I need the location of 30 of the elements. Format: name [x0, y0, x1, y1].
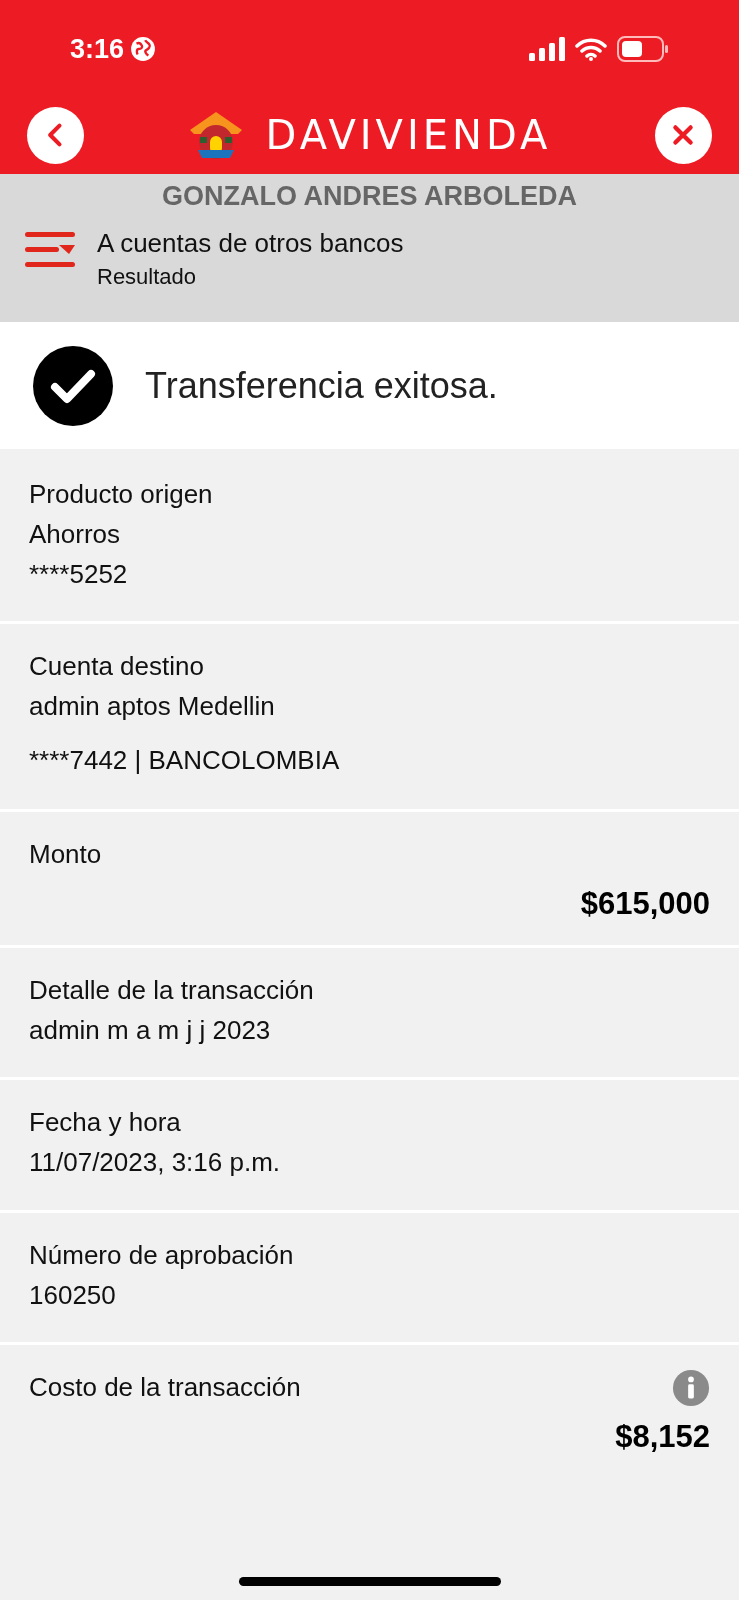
row-label: Cuenta destino [29, 650, 204, 683]
section-title: A cuentas de otros bancos [97, 227, 404, 260]
signal-icon [529, 37, 565, 61]
wifi-icon [575, 37, 607, 61]
checkmark-icon [33, 345, 113, 426]
info-icon[interactable] [672, 1369, 710, 1407]
row-label: Fecha y hora [29, 1106, 181, 1139]
user-name: GONZALO ANDRES ARBOLEDA [161, 180, 578, 213]
back-button[interactable] [27, 106, 84, 164]
row-value: ****5252 [29, 558, 129, 591]
menu-icon[interactable] [25, 230, 75, 270]
row-label: Monto [29, 838, 102, 871]
status-time: 3:16 [70, 32, 125, 66]
section-subtitle: Resultado [97, 263, 198, 291]
close-button[interactable] [655, 106, 712, 164]
battery-icon [617, 36, 669, 62]
row-value: Ahorros [29, 518, 122, 551]
row-label: Costo de la transacción [29, 1371, 301, 1404]
row-value: 11/07/2023, 3:16 p.m. [29, 1146, 282, 1179]
row-label: Producto origen [29, 478, 213, 511]
row-value: 160250 [29, 1279, 117, 1312]
row-label: Número de aprobación [29, 1239, 294, 1272]
row-value: ****7442 | BANCOLOMBIA [29, 744, 341, 777]
row-value: admin m a m j j 2023 [29, 1014, 272, 1047]
row-label: Detalle de la transacción [29, 974, 314, 1007]
success-message: Transferencia exitosa. [145, 363, 498, 408]
row-value: admin aptos Medellin [29, 690, 276, 723]
amount-value: $8,152 [615, 1418, 710, 1456]
amount-value: $615,000 [580, 885, 710, 923]
brand-logo: DAVIVIENDA [265, 111, 552, 160]
